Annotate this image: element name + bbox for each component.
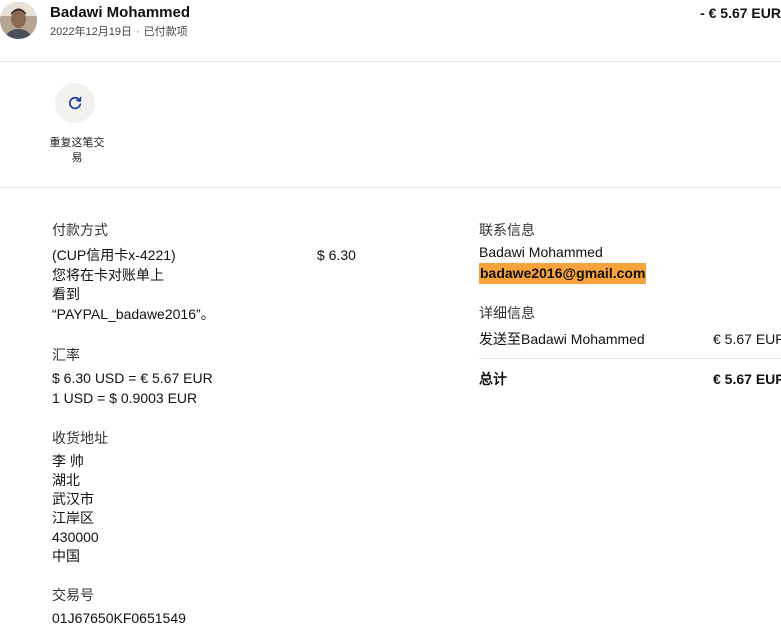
shipping-address: 李 帅 湖北 武汉市 江岸区 430000 中国 [52, 452, 99, 566]
avatar[interactable] [0, 2, 37, 39]
transaction-date: 2022年12月19日 [50, 26, 132, 38]
header-divider [0, 61, 781, 62]
total-label: 总计 [479, 371, 507, 387]
payment-amount: $ 6.30 [317, 247, 356, 263]
transaction-id-label: 交易号 [52, 587, 94, 603]
contact-email-link[interactable]: badawe2016@gmail.com [479, 262, 647, 284]
payment-note-line: 看到 [52, 286, 80, 302]
payment-descriptor: “PAYPAL_badawe2016”。 [52, 305, 215, 322]
repeat-transaction-button[interactable] [55, 83, 95, 123]
sent-amount: € 5.67 EUR [713, 331, 781, 347]
contact-info: Badawi Mohammed badawe2016@gmail.com [479, 243, 647, 284]
exchange-conversion: $ 6.30 USD = € 5.67 EUR [52, 370, 213, 386]
exchange-rate-label: 汇率 [52, 347, 80, 363]
address-line: 江岸区 [52, 510, 94, 526]
shipping-address-label: 收货地址 [52, 430, 108, 446]
transaction-status: 已付款项 [143, 26, 188, 38]
repeat-transaction-label[interactable]: 重复这笔交易 [46, 136, 108, 166]
refresh-icon [69, 96, 82, 110]
total-amount: € 5.67 EUR [713, 371, 781, 387]
address-line: 李 帅 [52, 453, 84, 469]
address-line: 中国 [52, 548, 80, 564]
exchange-rate-details: $ 6.30 USD = € 5.67 EUR 1 USD = $ 0.9003… [52, 369, 213, 408]
contact-info-label: 联系信息 [479, 222, 535, 238]
payment-method-details: (CUP信用卡x-4221) 您将在卡对账单上 看到 “PAYPAL_badaw… [52, 246, 215, 324]
details-label: 详细信息 [479, 305, 535, 321]
address-line: 430000 [52, 529, 99, 545]
details-divider [479, 358, 781, 359]
actions-divider [0, 187, 781, 188]
address-line: 湖北 [52, 472, 80, 488]
meta-separator: · [135, 26, 140, 38]
transaction-amount: - € 5.67 EUR [700, 5, 781, 21]
transaction-id: 01J67650KF0651549 [52, 610, 186, 626]
avatar-image [0, 2, 37, 39]
contact-full-name: Badawi Mohammed [479, 244, 603, 260]
address-line: 武汉市 [52, 491, 94, 507]
contact-name[interactable]: Badawi Mohammed [50, 4, 190, 21]
payment-note-line: 您将在卡对账单上 [52, 266, 164, 283]
transaction-meta: 2022年12月19日 · 已付款项 [50, 23, 188, 39]
sent-to-label: 发送至Badawi Mohammed [479, 331, 645, 347]
payment-card: (CUP信用卡x-4221) [52, 247, 176, 263]
exchange-unit-rate: 1 USD = $ 0.9003 EUR [52, 389, 198, 406]
payment-method-label: 付款方式 [52, 222, 108, 238]
